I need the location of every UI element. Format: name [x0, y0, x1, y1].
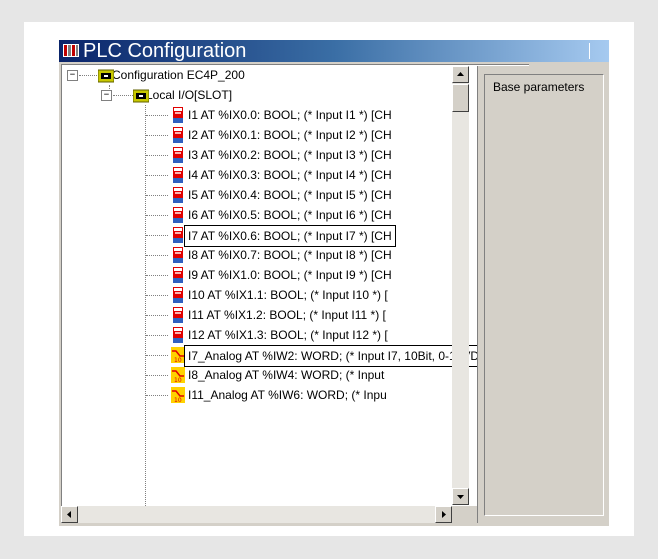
variable-declaration-label: I8 AT %IX0.7: BOOL; (* Input I8 *) [CH	[188, 248, 392, 262]
analog-input-icon: 10	[171, 367, 185, 383]
svg-text:10: 10	[174, 397, 182, 403]
digital-input-icon	[173, 267, 183, 283]
variable-declaration-label: I11_Analog AT %IW6: WORD; (* Inpu	[188, 388, 387, 402]
tree-connector	[146, 315, 168, 316]
tree-connector	[146, 295, 168, 296]
tree-connector	[146, 275, 168, 276]
variable-declaration-label: I9 AT %IX1.0: BOOL; (* Input I9 *) [CH	[188, 268, 392, 282]
digital-input-icon	[173, 167, 183, 183]
svg-text:10: 10	[174, 357, 182, 363]
variable-declaration-label: I2 AT %IX0.1: BOOL; (* Input I2 *) [CH	[188, 128, 392, 142]
tree-connector	[146, 355, 168, 356]
arrow-down-icon	[457, 495, 464, 499]
variable-declaration-label: I12 AT %IX1.3: BOOL; (* Input I12 *) [	[188, 328, 388, 342]
digital-input-icon	[173, 307, 183, 323]
vertical-scrollbar[interactable]	[452, 66, 469, 505]
window-title: PLC Configuration	[83, 40, 247, 62]
digital-input-icon	[173, 327, 183, 343]
svg-text:10: 10	[174, 377, 182, 383]
parameters-pane: Base parameters	[477, 66, 606, 523]
arrow-left-icon	[67, 511, 71, 518]
variable-declaration-label: I8_Analog AT %IW4: WORD; (* Input	[188, 368, 385, 382]
variable-declaration-label: I5 AT %IX0.4: BOOL; (* Input I5 *) [CH	[188, 188, 392, 202]
scroll-down-button[interactable]	[452, 488, 469, 505]
variable-declaration-label: I3 AT %IX0.2: BOOL; (* Input I3 *) [CH	[188, 148, 392, 162]
controller-icon	[98, 69, 114, 83]
parameters-panel: Base parameters	[484, 74, 604, 516]
analog-input-icon: 10	[171, 387, 185, 403]
digital-input-icon	[173, 107, 183, 123]
plc-configuration-window: PLC Configuration Configuration EC4P_200…	[59, 40, 609, 526]
variable-declaration-label: I1 AT %IX0.0: BOOL; (* Input I1 *) [CH	[188, 108, 392, 122]
collapse-toggle-icon[interactable]: −	[101, 90, 112, 101]
tree-connector	[146, 115, 168, 116]
tree-connector	[146, 375, 168, 376]
variable-declaration-label: I4 AT %IX0.3: BOOL; (* Input I4 *) [CH	[188, 168, 392, 182]
scroll-thumb[interactable]	[452, 84, 469, 112]
variable-declaration-label: I7 AT %IX0.6: BOOL; (* Input I7 *) [CH	[184, 225, 396, 247]
digital-input-icon	[173, 207, 183, 223]
horizontal-scrollbar[interactable]	[61, 506, 452, 523]
scroll-up-button[interactable]	[452, 66, 469, 83]
tree-node-label: Configuration EC4P_200	[112, 68, 245, 82]
tree-connector	[146, 175, 168, 176]
scroll-right-button[interactable]	[435, 506, 452, 523]
tree-connector	[146, 335, 168, 336]
title-bar-button[interactable]	[589, 43, 606, 59]
arrow-up-icon	[457, 72, 464, 76]
base-parameters-tab[interactable]: Base parameters	[493, 75, 584, 95]
tree-connector	[146, 215, 168, 216]
digital-input-icon	[173, 187, 183, 203]
tree-node-label: Local I/O[SLOT]	[146, 88, 233, 102]
variable-declaration-label: I6 AT %IX0.5: BOOL; (* Input I6 *) [CH	[188, 208, 392, 222]
tree-connector	[146, 235, 168, 236]
variable-declaration-label: I10 AT %IX1.1: BOOL; (* Input I10 *) [	[188, 288, 388, 302]
controller-icon	[133, 89, 149, 103]
tree-connector	[146, 135, 168, 136]
tree-connector	[146, 195, 168, 196]
variable-declaration-label: I11 AT %IX1.2: BOOL; (* Input I11 *) [	[188, 308, 386, 322]
digital-input-icon	[173, 147, 183, 163]
title-bar: PLC Configuration	[59, 40, 609, 62]
tree-connector	[146, 155, 168, 156]
arrow-right-icon	[442, 511, 446, 518]
collapse-toggle-icon[interactable]: −	[67, 70, 78, 81]
digital-input-icon	[173, 127, 183, 143]
tree-connector	[146, 395, 168, 396]
digital-input-icon	[173, 287, 183, 303]
scroll-left-button[interactable]	[61, 506, 78, 523]
digital-input-icon	[173, 247, 183, 263]
tree-connector	[146, 255, 168, 256]
plc-config-app-icon	[63, 44, 79, 57]
